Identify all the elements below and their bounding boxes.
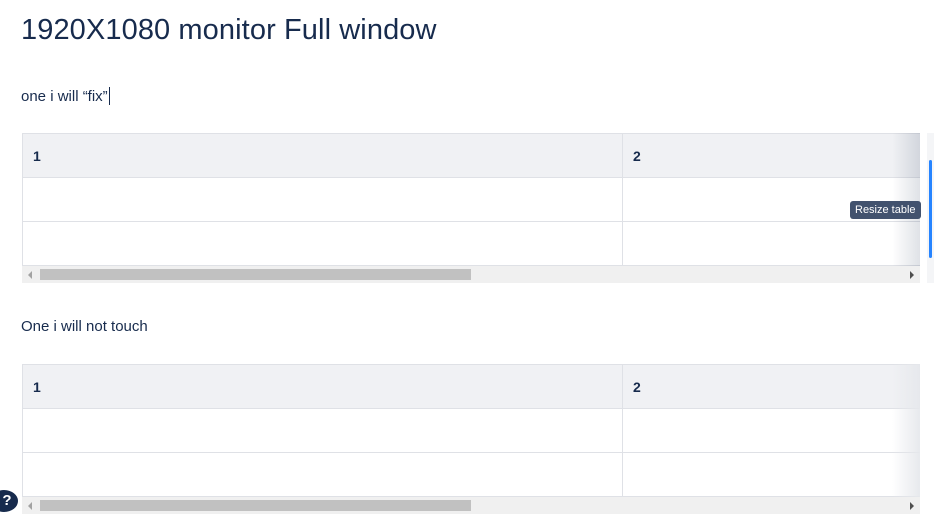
horizontal-scrollbar[interactable]	[22, 266, 920, 283]
table-resize-handle[interactable]	[929, 160, 932, 258]
chevron-right-icon[interactable]	[910, 502, 914, 510]
scrollbar-thumb[interactable]	[40, 269, 471, 280]
header-cell[interactable]: 2	[622, 133, 920, 178]
table-cell[interactable]	[622, 221, 920, 266]
table-cell[interactable]	[22, 177, 623, 222]
page-title: 1920X1080 monitor Full window	[21, 14, 437, 46]
table-row	[22, 452, 920, 497]
header-cell[interactable]: 2	[622, 364, 920, 409]
table-2-container[interactable]: 1 2	[22, 364, 920, 514]
table-header-row: 1 2	[22, 133, 920, 178]
table-2[interactable]: 1 2	[22, 364, 920, 497]
chevron-right-icon[interactable]	[910, 271, 914, 279]
table-row	[22, 408, 920, 453]
resize-table-tooltip: Resize table	[850, 201, 921, 219]
table-header-row: 1 2	[22, 364, 920, 409]
header-cell[interactable]: 1	[22, 133, 623, 178]
scrollbar-thumb[interactable]	[40, 500, 471, 511]
question-mark-icon[interactable]: ?	[0, 490, 18, 512]
paragraph-fix[interactable]: one i will “fix”	[21, 87, 110, 105]
table-cell[interactable]	[22, 408, 623, 453]
chevron-left-icon[interactable]	[28, 502, 32, 510]
text-cursor	[108, 87, 110, 105]
table-1[interactable]: 1 2	[22, 133, 920, 266]
horizontal-scrollbar[interactable]	[22, 497, 920, 514]
table-1-container[interactable]: 1 2	[22, 133, 920, 283]
table-row	[22, 221, 920, 266]
table-cell[interactable]	[22, 452, 623, 497]
table-cell[interactable]	[622, 452, 920, 497]
table-row	[22, 177, 920, 222]
chevron-left-icon[interactable]	[28, 271, 32, 279]
header-cell[interactable]: 1	[22, 364, 623, 409]
paragraph-no-touch[interactable]: One i will not touch	[21, 318, 148, 335]
table-cell[interactable]	[22, 221, 623, 266]
paragraph-fix-text: one i will “fix”	[21, 88, 108, 105]
table-cell[interactable]	[622, 408, 920, 453]
